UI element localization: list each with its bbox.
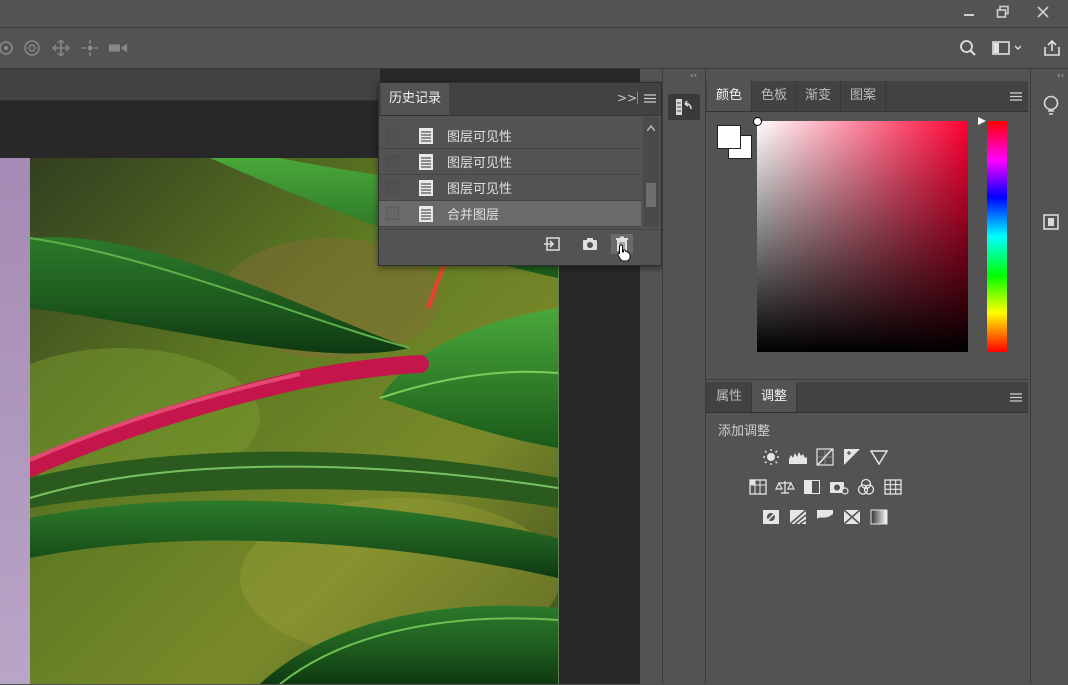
- adjustment-row: [706, 477, 1068, 497]
- pan-3d-icon[interactable]: [51, 38, 71, 58]
- history-item-label: 图层可见性: [447, 156, 513, 171]
- curves-icon[interactable]: [814, 447, 836, 467]
- gradient-triangle-icon[interactable]: [868, 447, 890, 467]
- tab-swatches[interactable]: 色板: [752, 81, 798, 111]
- history-state-icon: [418, 205, 434, 223]
- panel-menu-icon[interactable]: [1010, 92, 1022, 101]
- history-panel-footer: [379, 229, 661, 262]
- scroll-thumb[interactable]: [646, 183, 656, 207]
- snapshot-source-checkbox[interactable]: [386, 155, 399, 168]
- hue-slider[interactable]: [978, 117, 1007, 352]
- hue-slider-handle-icon: [978, 117, 986, 125]
- saturation-brightness-field[interactable]: [753, 117, 968, 352]
- orbit-3d-icon[interactable]: [0, 38, 16, 58]
- snapshot-source-checkbox[interactable]: [386, 129, 399, 142]
- gradient-map-icon[interactable]: [868, 507, 890, 527]
- posterize-icon[interactable]: [787, 507, 809, 527]
- history-panel-icon[interactable]: [668, 94, 700, 120]
- slide-3d-icon[interactable]: [80, 38, 100, 58]
- photo-filter-icon[interactable]: [828, 477, 850, 497]
- close-icon: [1037, 6, 1049, 18]
- panel-collapse-button[interactable]: >>: [617, 91, 637, 105]
- snapshot-source-checkbox[interactable]: [386, 207, 399, 220]
- adjustment-row: [706, 447, 1068, 467]
- tab-gradients[interactable]: 渐变: [796, 81, 842, 111]
- restore-button[interactable]: [986, 0, 1020, 24]
- black-white-icon[interactable]: [801, 477, 823, 497]
- options-bar: [0, 28, 1068, 69]
- vibrance-icon[interactable]: [747, 477, 769, 497]
- history-panel: 历史记录 >> 图层可见性 图层可见性 图层可见性 合并图层: [378, 82, 662, 266]
- learn-lightbulb-icon[interactable]: [1039, 93, 1063, 119]
- collapsed-panel-strip: ‹‹: [662, 69, 706, 684]
- history-item[interactable]: 图层可见性: [379, 123, 641, 149]
- foreground-color-swatch[interactable]: [717, 125, 741, 149]
- adjustments-panel: 属性 调整 添加调整: [706, 379, 1028, 685]
- close-button[interactable]: [1026, 0, 1060, 24]
- rotate-3d-icon[interactable]: [22, 38, 42, 58]
- invert-icon[interactable]: [760, 507, 782, 527]
- camera-icon[interactable]: [579, 234, 601, 254]
- history-item-selected[interactable]: 合并图层: [379, 201, 641, 227]
- history-state-icon: [418, 127, 434, 145]
- video-camera-icon[interactable]: [108, 38, 128, 58]
- divider: [637, 92, 638, 104]
- history-state-icon: [418, 153, 434, 171]
- tab-adjustments[interactable]: 调整: [752, 382, 798, 412]
- restore-icon: [996, 5, 1009, 18]
- adjustment-row: [706, 507, 1068, 527]
- document-tab[interactable]: [0, 69, 380, 101]
- threshold-icon[interactable]: [814, 507, 836, 527]
- color-panel-tabs: 颜色 色板 渐变 图案: [706, 81, 1028, 112]
- tab-history[interactable]: 历史记录: [381, 83, 450, 115]
- new-document-from-state-icon[interactable]: [541, 234, 563, 254]
- picker-handle[interactable]: [753, 117, 762, 126]
- history-item[interactable]: 图层可见性: [379, 149, 641, 175]
- panel-menu-icon[interactable]: [1010, 393, 1022, 402]
- panel-menu-icon[interactable]: [644, 94, 656, 103]
- tab-properties[interactable]: 属性: [707, 382, 753, 412]
- snapshot-source-checkbox[interactable]: [386, 181, 399, 194]
- color-balance-icon[interactable]: [774, 477, 796, 497]
- workspace-switcher-button[interactable]: [990, 38, 1026, 58]
- history-scrollbar[interactable]: [643, 117, 659, 227]
- collapse-left-icon[interactable]: ‹‹: [1057, 71, 1064, 81]
- color-panel: 颜色 色板 渐变 图案: [706, 69, 1028, 377]
- color-lookup-icon[interactable]: [882, 477, 904, 497]
- channel-mixer-icon[interactable]: [855, 477, 877, 497]
- tab-patterns[interactable]: 图案: [841, 81, 887, 111]
- history-panel-header: 历史记录 >>: [379, 83, 661, 116]
- right-collapsed-strip: ‹‹: [1030, 69, 1068, 684]
- brightness-contrast-icon[interactable]: [760, 447, 782, 467]
- tab-color[interactable]: 颜色: [707, 81, 753, 111]
- history-state-icon: [418, 179, 434, 197]
- hand-cursor-icon: [617, 244, 631, 262]
- window-title-bar: [0, 0, 1068, 28]
- collapse-left-icon[interactable]: ‹‹: [690, 71, 697, 81]
- adjustments-panel-tabs: 属性 调整: [706, 382, 1028, 413]
- libraries-icon[interactable]: [1039, 209, 1063, 235]
- share-icon[interactable]: [1042, 38, 1062, 58]
- history-item-label: 合并图层: [447, 208, 500, 223]
- selective-color-icon[interactable]: [841, 507, 863, 527]
- scroll-up-icon: [647, 125, 655, 131]
- history-item[interactable]: 图层可见性: [379, 175, 641, 201]
- levels-icon[interactable]: [787, 447, 809, 467]
- history-item-label: 图层可见性: [447, 130, 513, 145]
- exposure-icon[interactable]: [841, 447, 863, 467]
- minimize-icon: [964, 14, 974, 16]
- add-adjustment-heading: 添加调整: [718, 424, 771, 439]
- history-item-label: 图层可见性: [447, 182, 513, 197]
- minimize-button[interactable]: [952, 0, 986, 24]
- search-icon[interactable]: [958, 38, 978, 58]
